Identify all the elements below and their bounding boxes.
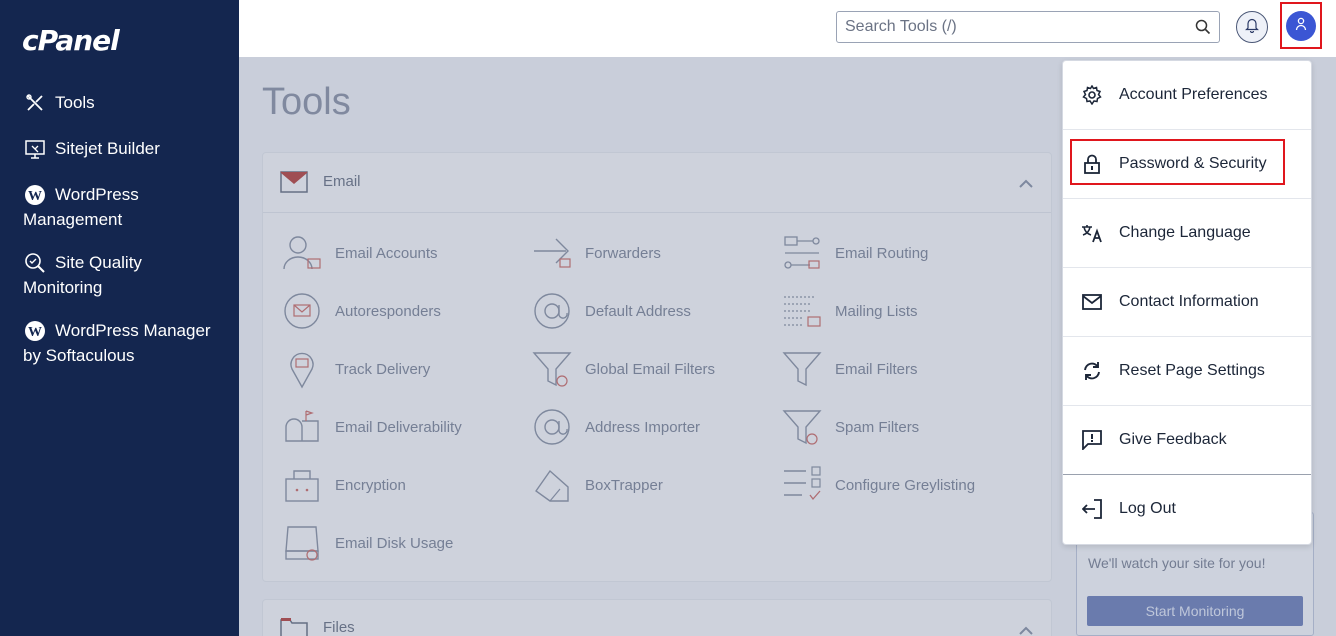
menu-item-label: Give Feedback	[1119, 431, 1227, 448]
bell-icon	[1245, 17, 1259, 38]
menu-item-label: Log Out	[1119, 500, 1176, 517]
menu-item-account-preferences[interactable]: Account Preferences	[1063, 61, 1311, 130]
site-quality-icon	[23, 251, 47, 275]
notifications-button[interactable]	[1236, 11, 1268, 43]
search-input[interactable]	[845, 16, 1185, 38]
translate-icon	[1081, 222, 1103, 244]
sidebar-item-label: WordPress Manager	[55, 321, 211, 340]
menu-item-label: Change Language	[1119, 224, 1251, 241]
logout-icon	[1081, 498, 1103, 520]
svg-text:W: W	[28, 325, 42, 340]
user-menu-button[interactable]	[1286, 11, 1316, 41]
menu-item-reset-page-settings[interactable]: Reset Page Settings	[1063, 337, 1311, 406]
sidebar-item-label-line2: by Softaculous	[23, 346, 135, 365]
sidebar: cPanel Tools Sitejet Builder W WordPress…	[0, 0, 239, 636]
top-bar	[239, 0, 1336, 57]
sidebar-item-label-line2: Monitoring	[23, 278, 103, 297]
user-menu-highlight	[1280, 2, 1322, 49]
svg-text:W: W	[28, 189, 42, 204]
sitejet-icon	[23, 137, 47, 161]
menu-item-log-out[interactable]: Log Out	[1063, 475, 1311, 544]
sidebar-item-wordpress-management[interactable]: W WordPress Management	[0, 178, 239, 238]
menu-item-contact-information[interactable]: Contact Information	[1063, 268, 1311, 337]
sidebar-item-label: WordPress	[55, 185, 139, 204]
search-box	[836, 11, 1220, 43]
cpanel-logo[interactable]: cPanel	[22, 24, 120, 57]
menu-item-label: Reset Page Settings	[1119, 362, 1265, 379]
password-security-highlight	[1070, 139, 1285, 185]
tools-icon	[23, 91, 47, 115]
sidebar-item-tools[interactable]: Tools	[0, 86, 239, 120]
sidebar-item-site-quality-monitoring[interactable]: Site Quality Monitoring	[0, 246, 239, 306]
user-icon	[1295, 17, 1307, 36]
wordpress-icon: W	[23, 183, 47, 207]
mail-icon	[1081, 291, 1103, 313]
menu-item-label: Account Preferences	[1119, 86, 1268, 103]
refresh-icon	[1081, 360, 1103, 382]
sidebar-item-label: Tools	[55, 93, 95, 112]
sidebar-item-wordpress-manager[interactable]: W WordPress Manager by Softaculous	[0, 314, 239, 374]
gear-icon	[1081, 84, 1103, 106]
menu-item-give-feedback[interactable]: Give Feedback	[1063, 406, 1311, 475]
menu-item-change-language[interactable]: Change Language	[1063, 199, 1311, 268]
sidebar-item-label: Site Quality	[55, 253, 142, 272]
menu-item-label: Contact Information	[1119, 293, 1259, 310]
search-icon[interactable]	[1195, 19, 1211, 40]
sidebar-nav: Tools Sitejet Builder W WordPress Manage…	[0, 86, 239, 382]
user-dropdown-menu: Account Preferences Password & Security …	[1062, 60, 1312, 545]
wordpress-icon: W	[23, 319, 47, 343]
sidebar-item-sitejet-builder[interactable]: Sitejet Builder	[0, 132, 239, 166]
sidebar-item-label-line2: Management	[23, 210, 123, 229]
sidebar-item-label: Sitejet Builder	[55, 139, 160, 158]
feedback-icon	[1081, 429, 1103, 451]
